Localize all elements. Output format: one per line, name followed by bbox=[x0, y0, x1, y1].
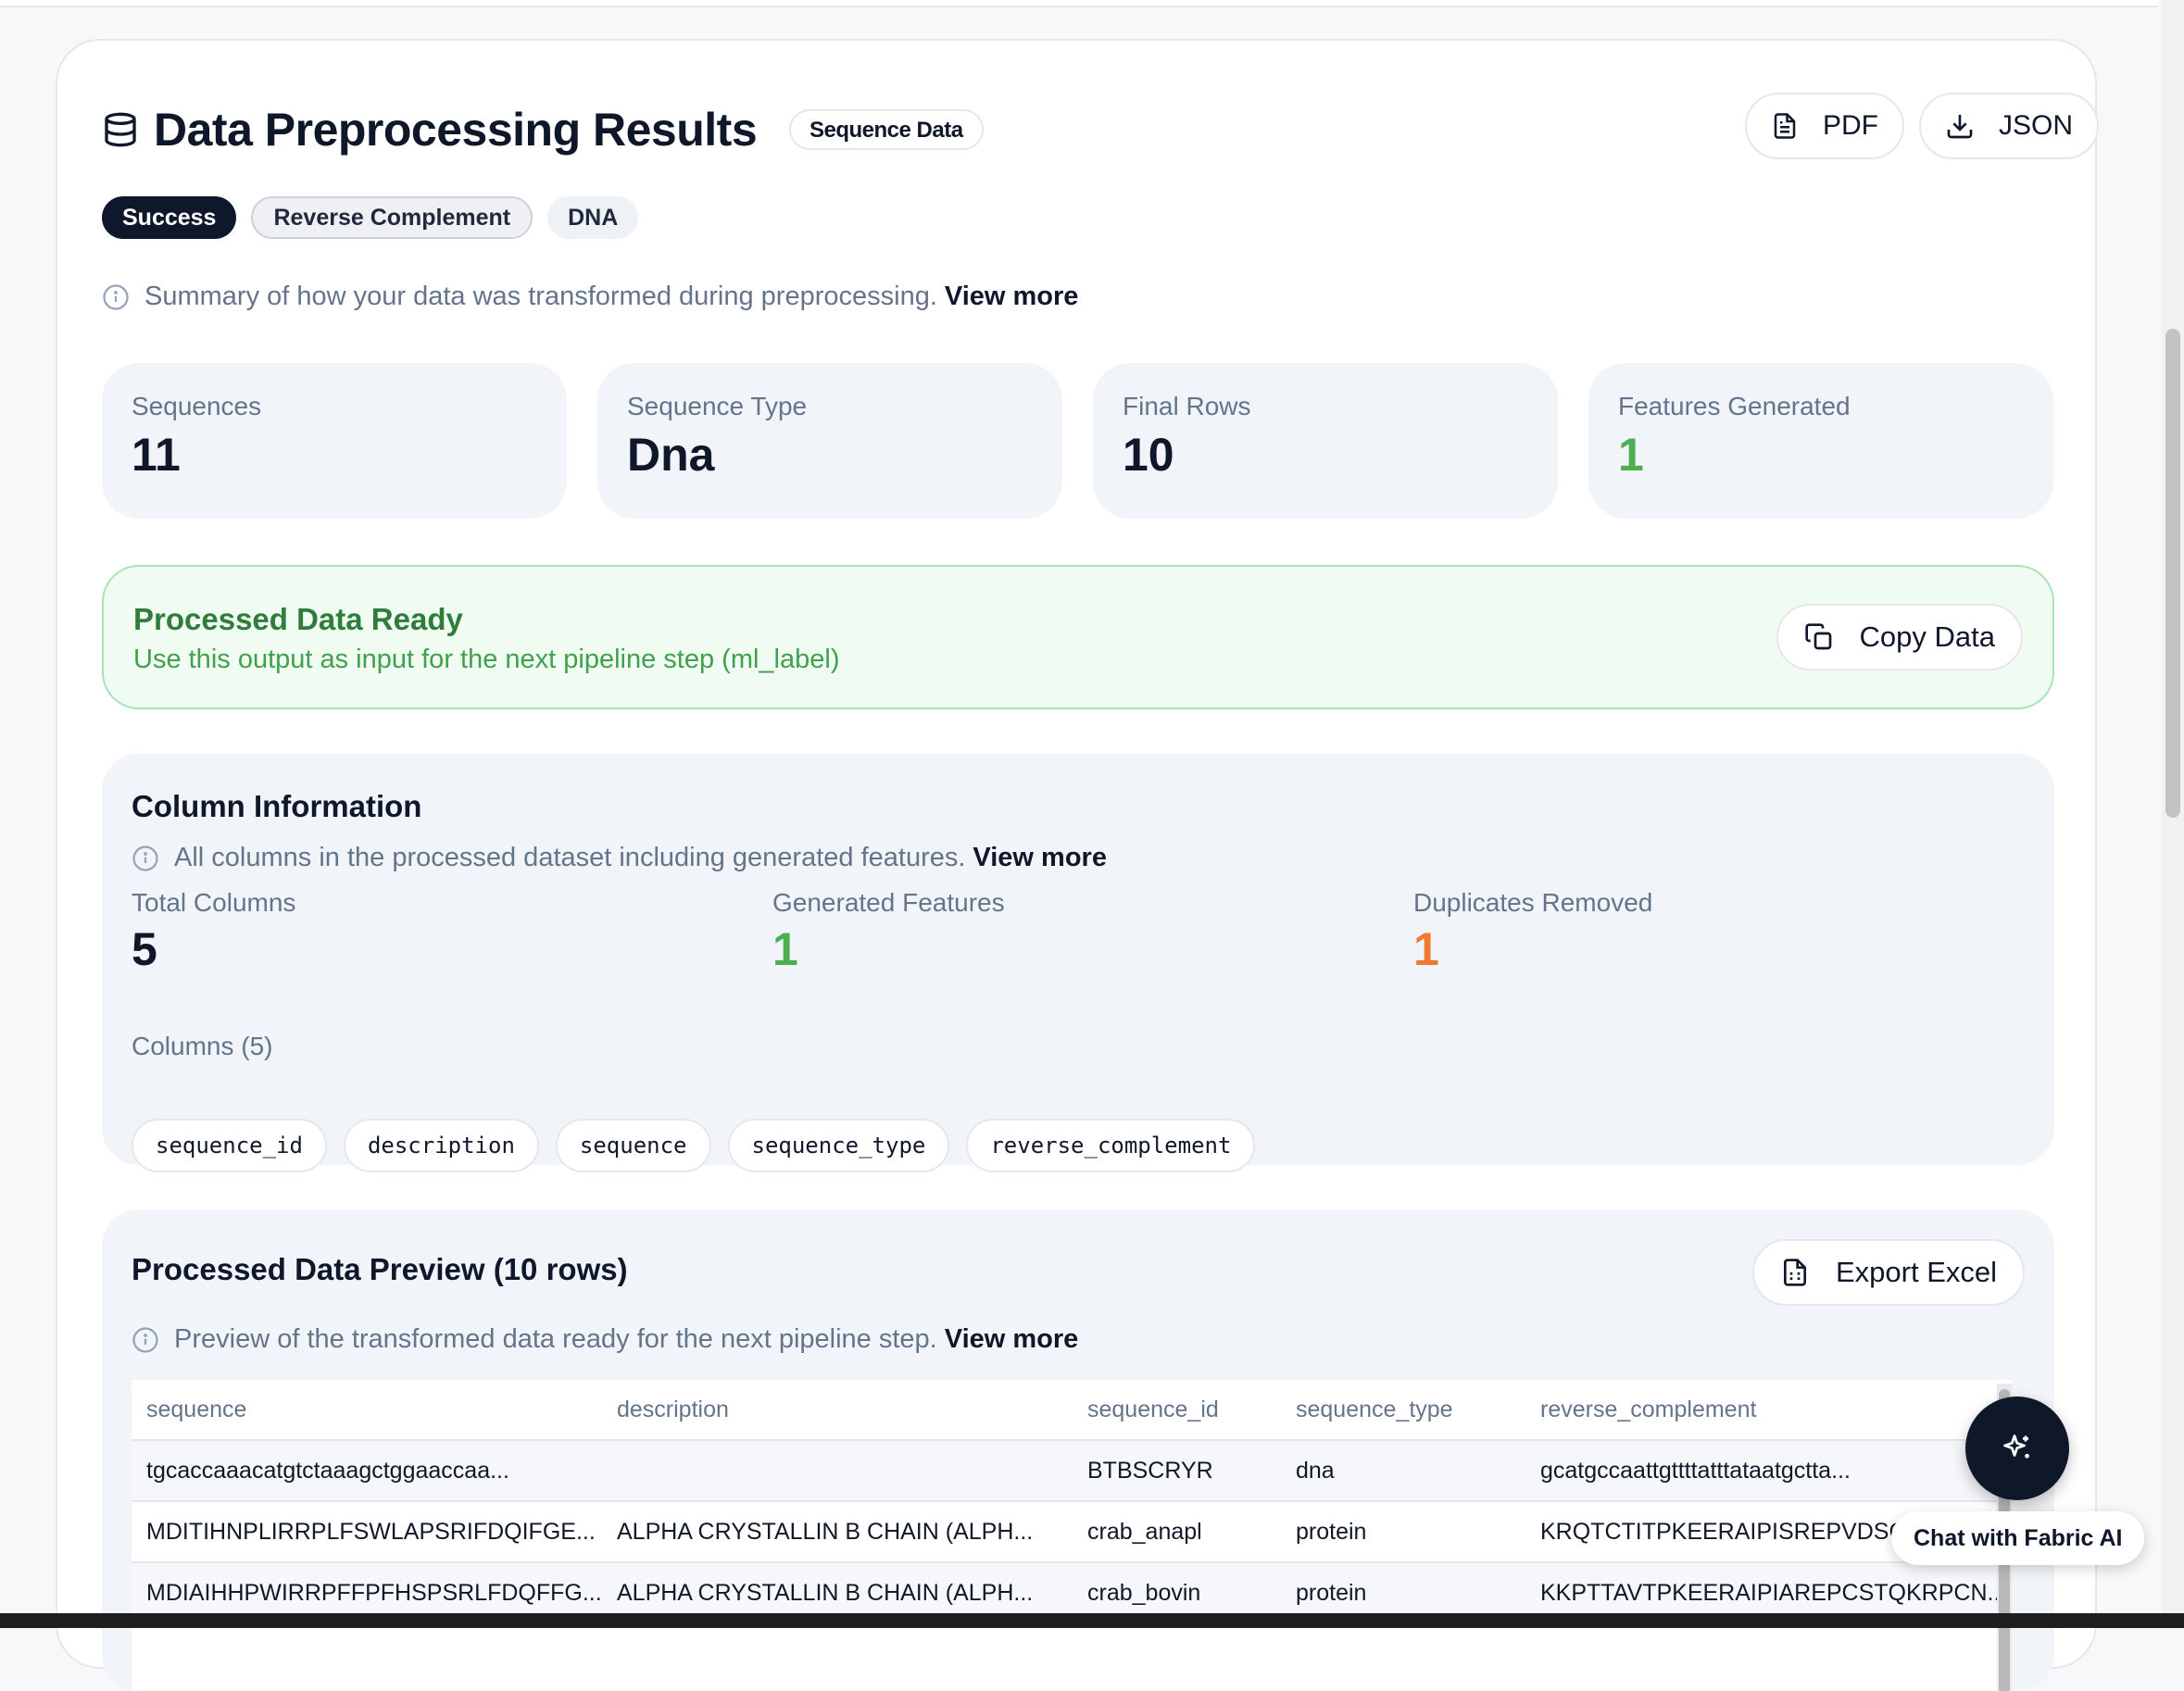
table-header-row: sequence description sequence_id sequenc… bbox=[132, 1380, 2012, 1441]
duplicates-removed-stat: Duplicates Removed 1 bbox=[1413, 887, 1652, 978]
export-excel-button[interactable]: Export Excel bbox=[1751, 1239, 2025, 1306]
column-chip: reverse_complement bbox=[966, 1119, 1256, 1172]
column-chip: description bbox=[343, 1119, 539, 1172]
stat-label: Sequence Type bbox=[627, 392, 808, 420]
column-information-title: Column Information bbox=[132, 789, 422, 823]
column-header-description[interactable]: description bbox=[602, 1380, 1073, 1441]
column-chip: sequence bbox=[555, 1119, 711, 1172]
table-cell: ALPHA CRYSTALLIN B CHAIN (ALPH... bbox=[602, 1501, 1073, 1563]
table-row: MDITIHNPLIRRPLFSWLAPSRIFDQIFGE... ALPHA … bbox=[132, 1501, 2012, 1563]
ready-title: Processed Data Ready bbox=[133, 602, 463, 636]
ready-subtitle: Use this output as input for the next pi… bbox=[133, 645, 840, 674]
preview-title: Processed Data Preview (10 rows) bbox=[132, 1252, 628, 1286]
stat-label: Duplicates Removed bbox=[1413, 888, 1653, 917]
stat-value: 11 bbox=[132, 429, 181, 481]
stat-sequence-type: Sequence Type Dna bbox=[597, 363, 1062, 519]
stat-value: 1 bbox=[1413, 923, 1439, 975]
table-cell: gcatgccaattgttttatttataatgctta... bbox=[1525, 1440, 2012, 1502]
stat-value: 10 bbox=[1123, 429, 1174, 481]
table-cell bbox=[602, 1440, 1073, 1502]
column-header-reverse-complement[interactable]: reverse_complement bbox=[1525, 1380, 2012, 1441]
json-button-label: JSON bbox=[1998, 110, 2073, 141]
file-text-icon bbox=[1774, 113, 1796, 139]
table-cell: crab_anapl bbox=[1073, 1501, 1281, 1563]
stat-value: 1 bbox=[772, 923, 798, 975]
summary-text: Summary of how your data was transformed… bbox=[144, 282, 937, 311]
total-columns-stat: Total Columns 5 bbox=[132, 887, 295, 978]
stat-label: Total Columns bbox=[132, 888, 296, 917]
info-icon bbox=[132, 845, 158, 871]
page-scrollbar[interactable] bbox=[2162, 0, 2184, 1611]
processed-data-ready-panel: Processed Data Ready Use this output as … bbox=[102, 565, 2054, 709]
header: Data Preprocessing Results Sequence Data… bbox=[102, 93, 2099, 170]
column-header-sequence-type[interactable]: sequence_type bbox=[1281, 1380, 1525, 1441]
stat-label: Features Generated bbox=[1618, 392, 1851, 420]
preview-info: Preview of the transformed data ready fo… bbox=[132, 1324, 1078, 1355]
stat-sequences: Sequences 11 bbox=[102, 363, 567, 519]
preview-view-more-link[interactable]: View more bbox=[945, 1324, 1079, 1355]
summary-info: Summary of how your data was transformed… bbox=[102, 282, 1078, 312]
pdf-button-label: PDF bbox=[1823, 110, 1878, 141]
stat-final-rows: Final Rows 10 bbox=[1093, 363, 1558, 519]
page-title: Data Preprocessing Results bbox=[154, 104, 758, 156]
column-header-sequence-id[interactable]: sequence_id bbox=[1073, 1380, 1281, 1441]
stat-label: Generated Features bbox=[772, 888, 1005, 917]
column-chip: sequence_id bbox=[132, 1119, 327, 1172]
reverse-complement-badge: Reverse Complement bbox=[251, 196, 533, 239]
column-info-text: All columns in the processed dataset inc… bbox=[132, 843, 1107, 873]
info-icon bbox=[132, 1326, 158, 1353]
column-info-view-more-link[interactable]: View more bbox=[973, 843, 1107, 873]
status-tags: Success Reverse Complement DNA bbox=[102, 196, 639, 239]
table-cell: MDITIHNPLIRRPLFSWLAPSRIFDQIFGE... bbox=[132, 1501, 602, 1563]
stat-features-generated: Features Generated 1 bbox=[1588, 363, 2053, 519]
copy-data-label: Copy Data bbox=[1859, 620, 1995, 653]
top-bar bbox=[0, 0, 2158, 7]
generated-features-stat: Generated Features 1 bbox=[772, 887, 1005, 978]
page-scrollbar-thumb[interactable] bbox=[2165, 329, 2180, 818]
stat-value: 5 bbox=[132, 923, 157, 975]
chat-with-fabric-ai-label[interactable]: Chat with Fabric AI bbox=[1891, 1511, 2145, 1565]
table-cell: protein bbox=[1281, 1501, 1525, 1563]
table-cell: BTBSCRYR bbox=[1073, 1440, 1281, 1502]
column-chips: sequence_id description sequence sequenc… bbox=[132, 1119, 1256, 1172]
bottom-edge-bar bbox=[0, 1613, 2184, 1628]
copy-data-button[interactable]: Copy Data bbox=[1776, 604, 2023, 670]
stat-label: Final Rows bbox=[1123, 392, 1251, 420]
results-card: Data Preprocessing Results Sequence Data… bbox=[56, 39, 2099, 1691]
data-preview-table[interactable]: sequence description sequence_id sequenc… bbox=[132, 1380, 2012, 1691]
success-badge: Success bbox=[102, 196, 237, 239]
database-icon bbox=[105, 112, 136, 147]
stat-label: Sequences bbox=[132, 392, 262, 420]
stat-value: 1 bbox=[1618, 429, 1644, 481]
copy-icon bbox=[1804, 623, 1831, 650]
json-button[interactable]: JSON bbox=[1919, 93, 2099, 159]
export-excel-label: Export Excel bbox=[1835, 1256, 1997, 1288]
table-cell: tgcaccaaacatgtctaaagctggaaccaa... bbox=[132, 1440, 602, 1502]
column-header-sequence[interactable]: sequence bbox=[132, 1380, 602, 1441]
pdf-button[interactable]: PDF bbox=[1745, 93, 1904, 159]
spreadsheet-file-icon bbox=[1783, 1259, 1806, 1286]
table-row: tgcaccaaacatgtctaaagctggaaccaa... BTBSCR… bbox=[132, 1440, 2012, 1502]
column-chip: sequence_type bbox=[727, 1119, 950, 1172]
stat-value: Dna bbox=[627, 429, 715, 481]
dna-badge: DNA bbox=[547, 196, 639, 239]
columns-count-label: Columns (5) bbox=[132, 1032, 273, 1060]
sparkles-icon bbox=[2003, 1434, 2029, 1459]
fabric-ai-chat-button[interactable] bbox=[1965, 1397, 2069, 1500]
download-icon bbox=[1947, 115, 1973, 139]
preview-info-text: Preview of the transformed data ready fo… bbox=[174, 1324, 937, 1354]
column-info-description: All columns in the processed dataset inc… bbox=[174, 843, 966, 872]
sequence-data-badge: Sequence Data bbox=[789, 109, 984, 150]
column-information-panel: Column Information All columns in the pr… bbox=[102, 754, 2054, 1172]
summary-view-more-link[interactable]: View more bbox=[945, 282, 1079, 312]
info-icon bbox=[103, 283, 129, 310]
table-cell: dna bbox=[1281, 1440, 1525, 1502]
